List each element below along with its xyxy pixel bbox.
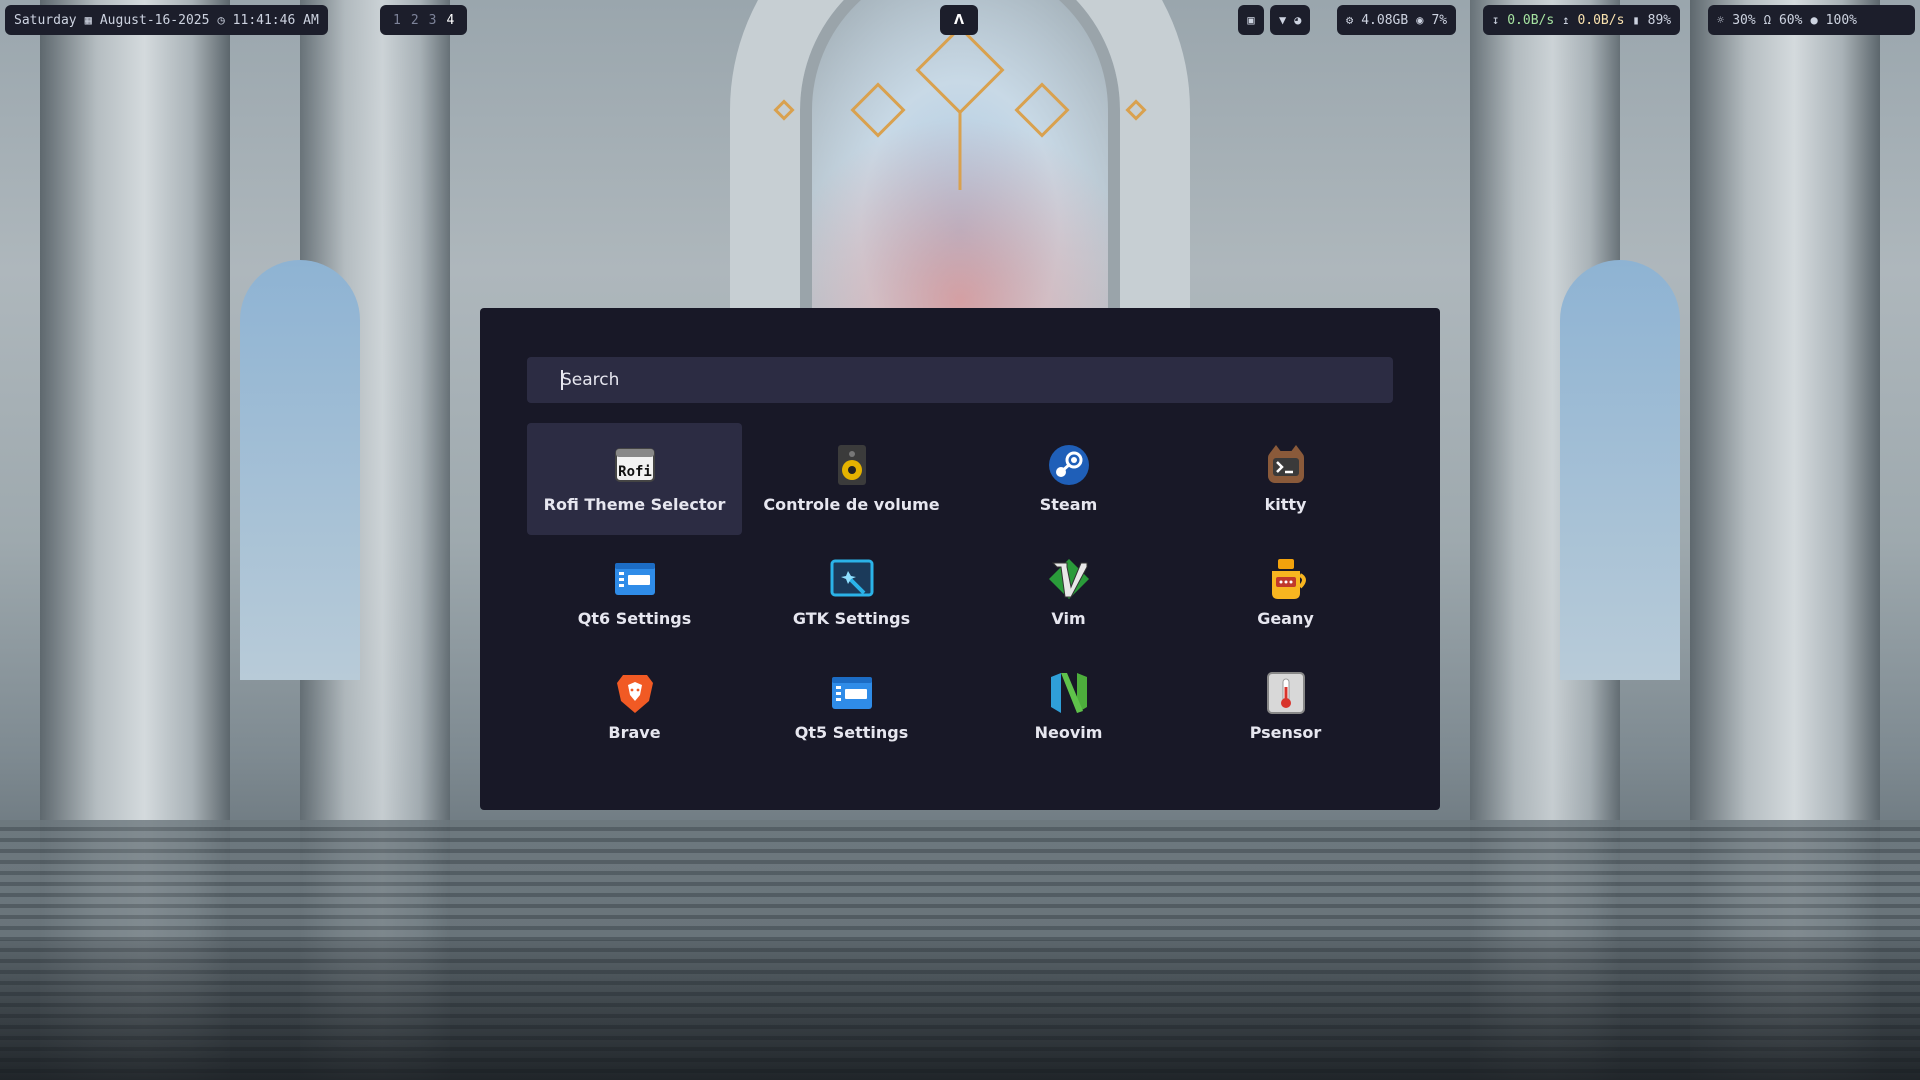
download-icon: ↧ (1492, 13, 1500, 27)
day-label: Saturday (14, 12, 77, 28)
app-item-qt5-settings[interactable]: Qt5 Settings (744, 651, 959, 763)
clock-icon: ◷ (217, 13, 225, 27)
battery-icon: ▮ (1632, 13, 1640, 27)
workspace-4-button[interactable]: 4 (442, 13, 458, 28)
search-input[interactable] (561, 370, 1361, 390)
launcher-toggle-button[interactable]: Λ (940, 5, 978, 35)
brightness-icon[interactable]: ☼ (1717, 13, 1724, 27)
memory-icon: ⚙ (1346, 13, 1354, 27)
upload-icon: ↥ (1562, 13, 1570, 27)
app-label: Qt5 Settings (794, 723, 909, 742)
app-item-brave[interactable]: Brave (527, 651, 742, 763)
qt-settings-icon (613, 557, 657, 601)
app-item-rofi-theme-selector[interactable]: Rofi Rofi Theme Selector (527, 423, 742, 535)
headphones-icon[interactable]: Ω (1764, 13, 1771, 27)
controls-module: ☼ 30% Ω 60% ● 100% (1708, 5, 1915, 35)
battery-value: 89% (1647, 12, 1672, 28)
workspace-2-button[interactable]: 2 (407, 13, 423, 28)
microphone-icon[interactable]: ● (1810, 13, 1817, 27)
steam-tray-icon[interactable]: ◕ (1294, 13, 1301, 27)
app-label: Brave (608, 723, 661, 742)
vim-icon (1047, 557, 1091, 601)
app-item-vim[interactable]: Vim (961, 537, 1176, 649)
brightness-value[interactable]: 30% (1732, 13, 1755, 28)
brave-icon (613, 671, 657, 715)
app-item-geany[interactable]: Geany (1178, 537, 1393, 649)
system-module: ⚙ 4.08GB ◉ 7% (1337, 5, 1457, 35)
volume-value[interactable]: 60% (1779, 13, 1802, 28)
app-item-gtk-settings[interactable]: GTK Settings (744, 537, 959, 649)
image-icon: ▣ (1247, 13, 1255, 27)
app-item-psensor[interactable]: Psensor (1178, 651, 1393, 763)
app-item-steam[interactable]: Steam (961, 423, 1176, 535)
qt-settings-icon (830, 671, 874, 715)
workspace-3-button[interactable]: 3 (425, 13, 441, 28)
app-label: Neovim (1034, 723, 1103, 742)
workspace-1-button[interactable]: 1 (389, 13, 405, 28)
date-label: August-16-2025 (99, 12, 210, 28)
gtk-settings-icon (830, 557, 874, 601)
cpu-icon: ◉ (1416, 13, 1424, 27)
app-item-kitty[interactable]: kitty (1178, 423, 1393, 535)
calendar-icon: ▦ (84, 13, 92, 27)
app-label: Geany (1257, 609, 1314, 628)
app-launcher: Rofi Rofi Theme Selector Controle de vol… (480, 308, 1440, 810)
search-bar[interactable] (527, 357, 1393, 403)
time-label: 11:41:46 AM (232, 12, 319, 28)
net-down-value: 0.0B/s (1507, 12, 1555, 28)
app-item-qt6-settings[interactable]: Qt6 Settings (527, 537, 742, 649)
app-label: Psensor (1249, 723, 1322, 742)
app-label: GTK Settings (792, 609, 911, 628)
app-label: Steam (1039, 495, 1098, 514)
steam-icon (1047, 443, 1091, 487)
kitty-icon (1264, 443, 1308, 487)
memory-value: 4.08GB (1361, 12, 1409, 28)
app-label: Controle de volume (763, 495, 940, 514)
wallpaper-module[interactable]: ▣ (1238, 5, 1264, 35)
network-battery-module: ↧ 0.0B/s ↥ 0.0B/s ▮ 89% (1483, 5, 1681, 35)
app-label: Rofi Theme Selector (543, 495, 726, 514)
neovim-icon (1047, 671, 1091, 715)
app-item-controle-de-volume[interactable]: Controle de volume (744, 423, 959, 535)
arch-logo-icon: Λ (953, 12, 965, 28)
thermometer-icon (1264, 671, 1308, 715)
geany-icon (1264, 557, 1308, 601)
rofi-icon: Rofi (613, 443, 657, 487)
cpu-value: 7% (1431, 12, 1448, 28)
workspaces-module: 1 2 3 4 (380, 5, 468, 35)
tray-module: ▼ ◕ (1270, 5, 1311, 35)
mic-value[interactable]: 100% (1826, 13, 1857, 28)
app-label: Vim (1051, 609, 1086, 628)
app-item-neovim[interactable]: Neovim (961, 651, 1176, 763)
speaker-icon (830, 443, 874, 487)
wifi-icon[interactable]: ▼ (1279, 13, 1286, 27)
app-label: kitty (1264, 495, 1307, 514)
svg-text:Rofi: Rofi (618, 464, 652, 480)
clock-module[interactable]: Saturday ▦ August-16-2025 ◷ 11:41:46 AM (5, 5, 328, 35)
app-label: Qt6 Settings (577, 609, 692, 628)
net-up-value: 0.0B/s (1577, 12, 1625, 28)
